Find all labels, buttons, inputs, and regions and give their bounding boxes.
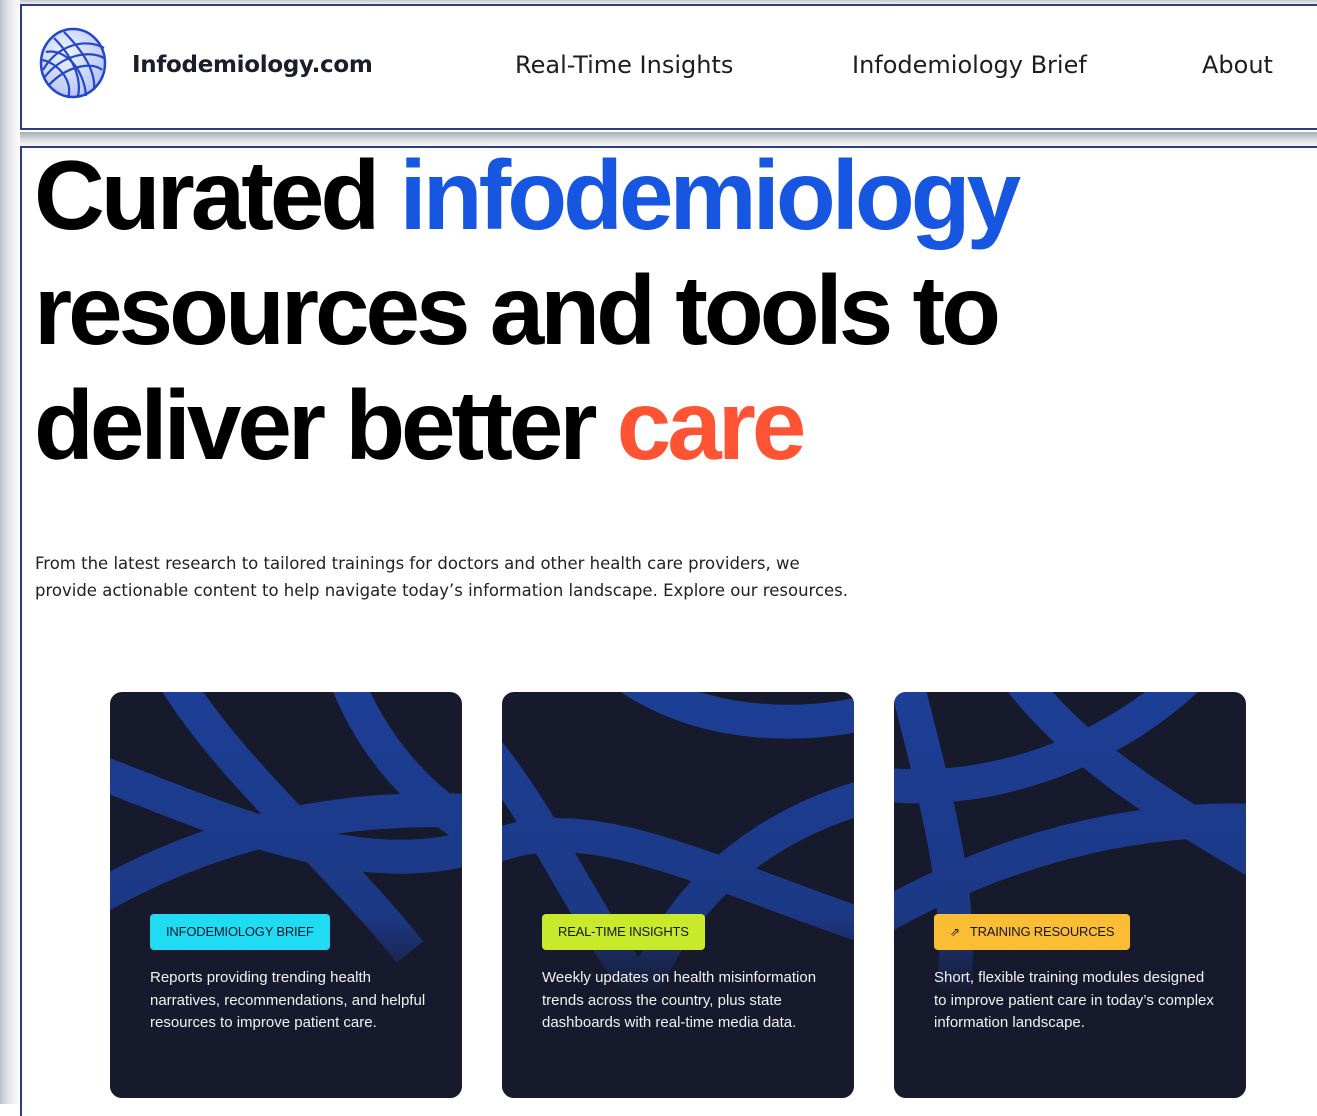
badge-training-resources: ⇗ TRAINING RESOURCES: [934, 914, 1131, 950]
card-background-pattern: [894, 692, 1246, 1098]
nav-real-time-insights[interactable]: Real-Time Insights: [515, 51, 733, 79]
card-background-pattern: [502, 692, 854, 1098]
card-training-resources[interactable]: ⇗ TRAINING RESOURCES Short, flexible trai…: [894, 692, 1246, 1098]
hero-line-3: deliver better: [34, 370, 597, 480]
hero-line-2: resources and tools to: [34, 255, 1001, 365]
external-link-icon: ⇗: [950, 925, 960, 939]
intro-line-1: From the latest research to tailored tra…: [35, 554, 800, 573]
card-description: Weekly updates on health misinformation …: [542, 969, 817, 1031]
card-real-time-insights[interactable]: REAL-TIME INSIGHTS Weekly updates on hea…: [502, 692, 854, 1098]
card-description: Reports providing trending health narrat…: [150, 969, 426, 1031]
hero-headline: Curated infodemiology resources and tool…: [34, 138, 1022, 483]
nav-about[interactable]: About: [1202, 51, 1273, 79]
nav-infodemiology-brief[interactable]: Infodemiology Brief: [852, 51, 1087, 79]
badge-real-time-insights: REAL-TIME INSIGHTS: [542, 914, 705, 950]
site-header: Infodemiology.com Real-Time Insights Inf…: [20, 4, 1317, 130]
brand-name[interactable]: Infodemiology.com: [132, 52, 373, 78]
intro-paragraph: From the latest research to tailored tra…: [35, 550, 895, 604]
card-infodemiology-brief[interactable]: INFODEMIOLOGY BRIEF Reports providing tr…: [110, 692, 462, 1098]
intro-line-2: provide actionable content to help navig…: [35, 581, 849, 600]
hero-word-curated: Curated: [34, 140, 380, 250]
card-background-pattern: [110, 692, 462, 1098]
window-frame-left: [0, 0, 20, 1104]
globe-logo-icon[interactable]: [38, 26, 108, 100]
badge-infodemiology-brief: INFODEMIOLOGY BRIEF: [150, 914, 330, 950]
hero-highlight-infodemiology: infodemiology: [399, 140, 1022, 250]
hero-highlight-care: care: [616, 370, 807, 480]
badge-label: TRAINING RESOURCES: [969, 924, 1115, 939]
card-description: Short, flexible training modules designe…: [934, 969, 1214, 1031]
